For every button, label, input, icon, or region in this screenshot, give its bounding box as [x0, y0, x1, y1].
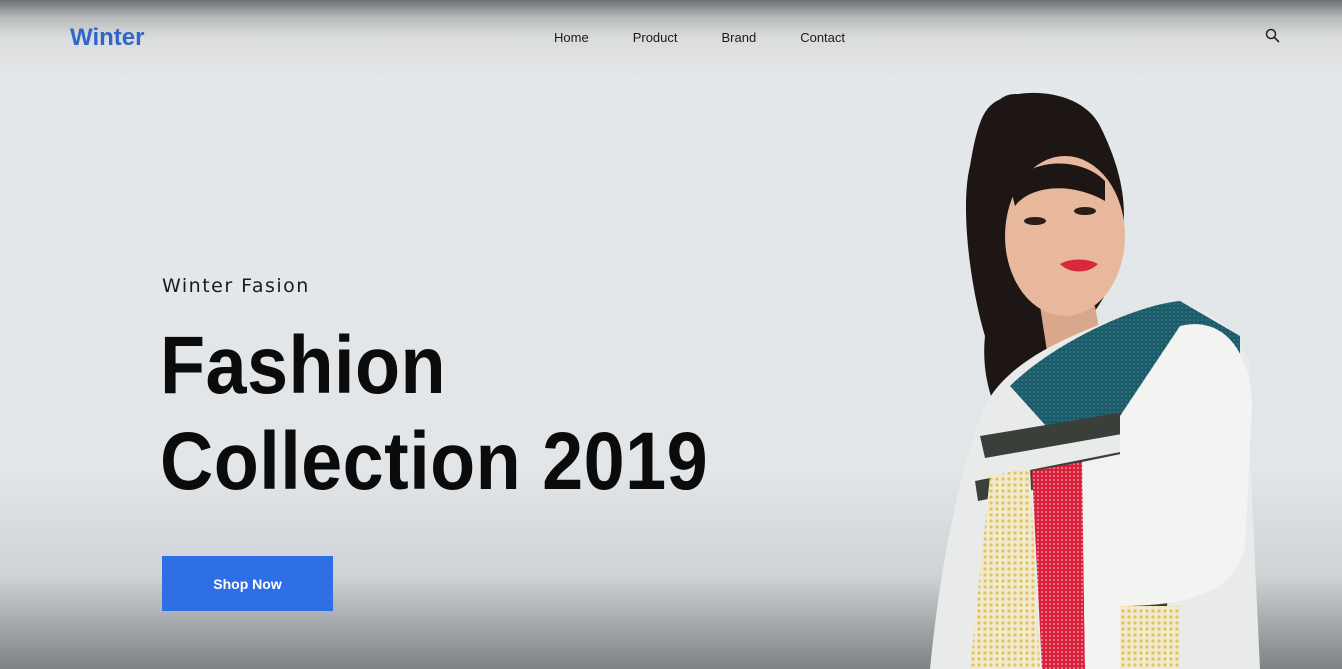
hero-section: Winter Home Product Brand Contact Winter… [0, 0, 1342, 669]
fashion-model-image [930, 92, 1260, 669]
nav-item-home[interactable]: Home [554, 30, 589, 45]
nav-item-product[interactable]: Product [633, 30, 678, 45]
nav-item-brand[interactable]: Brand [722, 30, 757, 45]
search-icon[interactable] [1265, 28, 1280, 48]
hero-eyebrow: Winter Fasion [162, 275, 310, 297]
site-header: Winter Home Product Brand Contact [0, 0, 1342, 74]
shop-now-button[interactable]: Shop Now [162, 556, 333, 611]
nav-item-contact[interactable]: Contact [800, 30, 845, 45]
brand-logo[interactable]: Winter [70, 24, 144, 52]
hero-headline: Fashion Collection 2019 [160, 318, 708, 510]
hero-headline-line-2: Collection 2019 [160, 416, 709, 507]
hero-headline-line-1: Fashion [160, 320, 447, 411]
main-nav: Home Product Brand Contact [554, 30, 889, 45]
